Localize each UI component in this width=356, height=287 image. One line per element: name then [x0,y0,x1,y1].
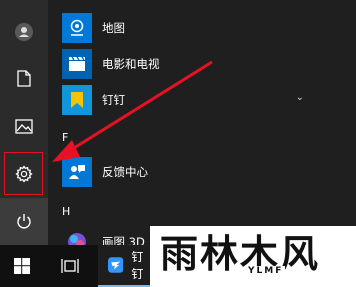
task-view-icon [61,259,79,273]
app-label: 钉钉 [102,93,125,107]
user-account-button[interactable] [0,8,48,56]
task-view-button[interactable] [50,245,90,287]
list-item-movies-tv[interactable]: 电影和电视 [62,48,160,80]
app-tile [62,85,92,115]
film-icon [69,56,85,71]
list-item-dingtalk[interactable]: 钉钉 [62,84,125,116]
app-list: 地图 电影和电视 钉钉 ⌄ F 反馈中心 H 画图 3D [48,0,356,251]
windows-logo-icon [14,258,30,274]
app-label: 地图 [102,21,125,35]
pictures-button[interactable] [0,102,48,150]
watermark-text: 雨林木风 [160,231,321,276]
user-avatar-icon [15,23,33,41]
list-item-maps[interactable]: 地图 [62,12,125,44]
dingtalk-icon [108,257,124,273]
settings-highlight-box [4,152,43,195]
app-tile [62,157,92,187]
feedback-icon [69,165,85,179]
power-icon [17,214,31,229]
app-label: 反馈中心 [102,165,148,179]
start-button[interactable] [0,245,44,287]
group-header-f[interactable]: F [62,131,68,144]
group-header-h[interactable]: H [62,205,70,218]
map-icon [70,19,84,36]
power-button[interactable] [0,198,48,245]
start-menu-rail [0,0,48,245]
app-label: 电影和电视 [102,57,160,71]
bookmark-icon [71,92,83,108]
app-tile [62,13,92,43]
app-tile [62,49,92,79]
taskbar-app-dingtalk[interactable]: 钉钉 [98,245,152,287]
pictures-icon [15,118,33,134]
documents-button[interactable] [0,54,48,102]
watermark-subtext: YLMF [246,266,286,276]
taskbar-app-label: 钉钉 [131,250,144,281]
document-icon [17,69,31,87]
list-item-feedback-hub[interactable]: 反馈中心 [62,156,148,188]
expand-folder-chevron-icon[interactable]: ⌄ [296,92,304,103]
watermark-logo: 雨林木风 YLMF [150,226,356,287]
